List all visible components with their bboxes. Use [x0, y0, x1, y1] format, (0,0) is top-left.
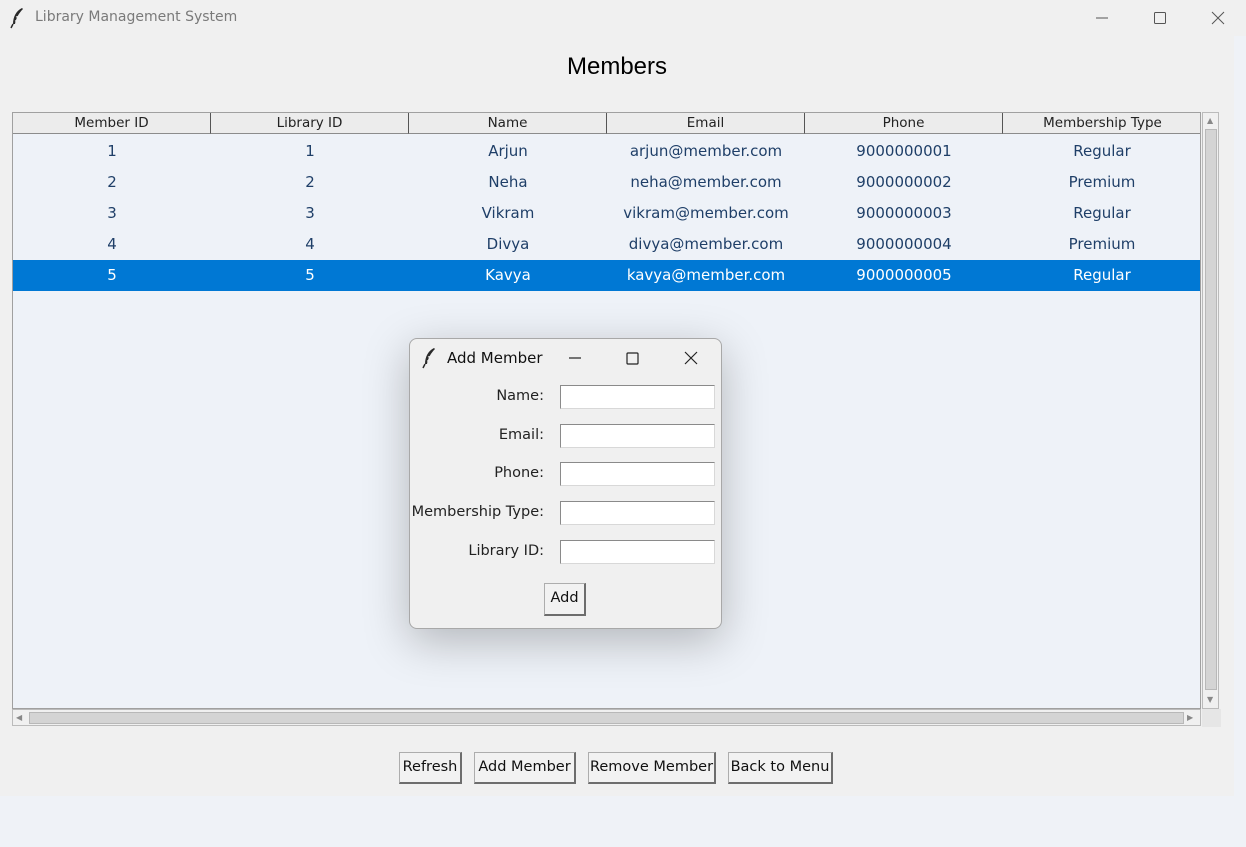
maximize-icon	[1154, 12, 1166, 24]
cell-name: Neha	[488, 173, 528, 191]
page-title: Members	[566, 53, 668, 80]
maximize-icon	[626, 352, 639, 365]
cell-membership-type: Regular	[1073, 142, 1131, 160]
scroll-up-icon[interactable]: ▲	[1207, 116, 1213, 126]
column-header-member-id[interactable]: Member ID	[13, 113, 211, 134]
table-row[interactable]: 1 1 Arjun arjun@member.com 9000000001 Re…	[13, 136, 1200, 167]
minimize-icon	[1096, 17, 1108, 19]
horizontal-scrollbar[interactable]: ◀ ▶	[12, 709, 1201, 726]
dialog-title: Add Member	[447, 349, 543, 367]
column-header-library-id[interactable]: Library ID	[211, 113, 409, 134]
remove-member-button[interactable]: Remove Member	[588, 752, 716, 784]
title-bar: Library Management System	[0, 0, 1246, 36]
cell-email: arjun@member.com	[629, 142, 783, 160]
cell-email: divya@member.com	[628, 235, 784, 253]
phone-field[interactable]	[560, 462, 715, 486]
library-id-label: Library ID:	[468, 543, 544, 559]
email-label: Email:	[498, 427, 544, 443]
cell-phone: 9000000003	[856, 204, 952, 222]
minimize-icon	[569, 357, 581, 359]
refresh-button[interactable]: Refresh	[399, 752, 462, 784]
feather-icon	[422, 348, 435, 369]
table-header: Member ID Library ID Name Email Phone Me…	[13, 113, 1200, 134]
cell-email: vikram@member.com	[623, 204, 789, 222]
add-member-button[interactable]: Add Member	[474, 752, 576, 784]
cell-phone: 9000000004	[856, 235, 952, 253]
dialog-maximize-button[interactable]	[620, 347, 644, 369]
table-row-selected[interactable]: 5 5 Kavya kavya@member.com 9000000005 Re…	[13, 260, 1200, 291]
cell-email: kavya@member.com	[626, 266, 786, 284]
cell-library-id: 5	[305, 266, 315, 284]
cell-member-id: 1	[107, 142, 117, 160]
phone-label: Phone:	[494, 465, 544, 481]
cell-phone: 9000000001	[856, 142, 952, 160]
add-member-dialog: Add Member Name: Email: Phone: Membershi…	[409, 338, 722, 629]
close-icon	[684, 351, 698, 365]
scrollbar-corner	[1202, 709, 1221, 727]
horizontal-scroll-thumb[interactable]	[29, 712, 1184, 724]
column-header-email[interactable]: Email	[607, 113, 805, 134]
membership-type-field[interactable]	[560, 501, 715, 525]
cell-member-id: 4	[107, 235, 117, 253]
cell-library-id: 1	[305, 142, 315, 160]
cell-name: Divya	[486, 235, 530, 253]
cell-membership-type: Regular	[1073, 266, 1131, 284]
close-button[interactable]	[1189, 0, 1246, 36]
cell-member-id: 3	[107, 204, 117, 222]
cell-name: Arjun	[488, 142, 528, 160]
close-icon	[1211, 11, 1225, 25]
membership-type-label: Membership Type:	[411, 504, 544, 520]
library-id-field[interactable]	[560, 540, 715, 564]
minimize-button[interactable]	[1073, 0, 1131, 36]
cell-name: Kavya	[485, 266, 531, 284]
cell-membership-type: Premium	[1068, 235, 1136, 253]
email-field[interactable]	[560, 424, 715, 448]
vertical-scrollbar[interactable]: ▲ ▼	[1202, 112, 1219, 709]
cell-email: neha@member.com	[630, 173, 782, 191]
cell-phone: 9000000005	[856, 266, 952, 284]
cell-member-id: 5	[107, 266, 117, 284]
add-button[interactable]: Add	[544, 583, 586, 616]
window-title: Library Management System	[35, 9, 238, 25]
vertical-scroll-thumb[interactable]	[1205, 129, 1217, 690]
dialog-minimize-button[interactable]	[563, 347, 587, 369]
maximize-button[interactable]	[1131, 0, 1189, 36]
table-row[interactable]: 2 2 Neha neha@member.com 9000000002 Prem…	[13, 167, 1200, 198]
table-row[interactable]: 4 4 Divya divya@member.com 9000000004 Pr…	[13, 229, 1200, 260]
cell-library-id: 4	[305, 235, 315, 253]
column-header-phone[interactable]: Phone	[805, 113, 1003, 134]
name-field[interactable]	[560, 385, 715, 409]
feather-icon	[10, 8, 23, 29]
scroll-left-icon[interactable]: ◀	[16, 713, 22, 723]
column-header-name[interactable]: Name	[409, 113, 607, 134]
cell-name: Vikram	[481, 204, 535, 222]
cell-library-id: 3	[305, 204, 315, 222]
cell-membership-type: Premium	[1068, 173, 1136, 191]
cell-library-id: 2	[305, 173, 315, 191]
name-label: Name:	[496, 388, 544, 404]
scroll-down-icon[interactable]: ▼	[1207, 695, 1213, 705]
dialog-close-button[interactable]	[679, 347, 703, 369]
cell-membership-type: Regular	[1073, 204, 1131, 222]
cell-member-id: 2	[107, 173, 117, 191]
scroll-right-icon[interactable]: ▶	[1187, 713, 1193, 723]
column-header-membership-type[interactable]: Membership Type	[1003, 113, 1200, 134]
back-to-menu-button[interactable]: Back to Menu	[728, 752, 833, 784]
table-row[interactable]: 3 3 Vikram vikram@member.com 9000000003 …	[13, 198, 1200, 229]
cell-phone: 9000000002	[856, 173, 952, 191]
